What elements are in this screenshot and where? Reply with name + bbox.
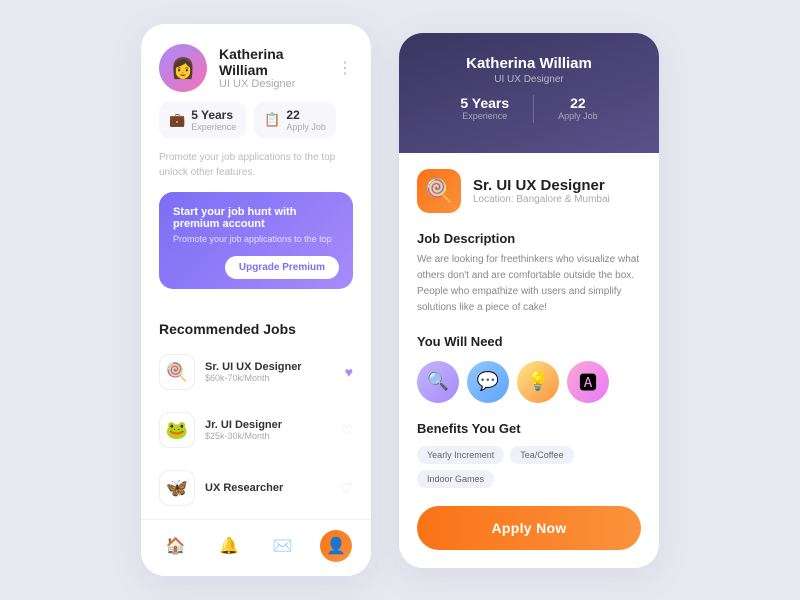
- profile-info: Katherina William UI UX Designer: [219, 46, 325, 90]
- job-item-3[interactable]: 🦋 UX Researcher ♡: [151, 461, 361, 515]
- job-item-1[interactable]: 🍭 Sr. UI UX Designer $60k-70k/Month ♥: [151, 345, 361, 399]
- promo-text: Promote your job applications to the top…: [159, 150, 353, 180]
- right-profile-name: Katherina William: [417, 55, 641, 72]
- right-stats-row: 5 Years Experience 22 Apply Job: [417, 95, 641, 123]
- job-title-1: Sr. UI UX Designer: [205, 361, 335, 373]
- job-info-3: UX Researcher: [205, 482, 330, 494]
- bottom-nav: 🏠 🔔 ✉️ 👤: [141, 519, 371, 576]
- right-card: Katherina William UI UX Designer 5 Years…: [399, 33, 659, 568]
- profile-role: UI UX Designer: [219, 78, 325, 90]
- skills-heading: You Will Need: [399, 326, 659, 353]
- experience-icon: 💼: [169, 112, 185, 128]
- apply-value: 22: [286, 108, 326, 122]
- experience-value: 5 Years: [191, 108, 236, 122]
- upgrade-subtitle: Promote your job applications to the top: [173, 234, 339, 244]
- apply-icon: 📋: [264, 112, 280, 128]
- job-heart-3[interactable]: ♡: [340, 480, 353, 497]
- skill-idea: 💡: [517, 361, 559, 403]
- benefit-yearly: Yearly Increment: [417, 446, 504, 464]
- job-logo-2: 🐸: [159, 412, 195, 448]
- experience-label: Experience: [191, 122, 236, 132]
- job-list: 🍭 Sr. UI UX Designer $60k-70k/Month ♥ 🐸 …: [141, 345, 371, 519]
- job-title-3: UX Researcher: [205, 482, 330, 494]
- upgrade-title: Start your job hunt with premium account: [173, 206, 339, 230]
- apply-btn-wrap: Apply Now: [399, 502, 659, 568]
- left-card-top: 👩 Katherina William UI UX Designer ⋮ 💼 5…: [141, 24, 371, 307]
- benefit-tea: Tea/Coffee: [510, 446, 573, 464]
- more-icon[interactable]: ⋮: [337, 58, 353, 78]
- nav-profile[interactable]: 👤: [320, 530, 352, 562]
- upgrade-banner: Start your job hunt with premium account…: [159, 192, 353, 289]
- right-apply-label: Apply Job: [558, 111, 598, 121]
- job-detail-title: Sr. UI UX Designer: [473, 177, 610, 194]
- left-card: 👩 Katherina William UI UX Designer ⋮ 💼 5…: [141, 24, 371, 576]
- profile-name: Katherina William: [219, 46, 325, 78]
- job-salary-1: $60k-70k/Month: [205, 373, 335, 383]
- description-text: We are looking for freethinkers who visu…: [399, 250, 659, 326]
- stat-experience: 💼 5 Years Experience: [159, 102, 246, 138]
- skill-search: 🔍: [417, 361, 459, 403]
- right-stat-apply: 22 Apply Job: [558, 95, 598, 123]
- recommended-jobs-title: Recommended Jobs: [141, 307, 371, 345]
- apply-now-button[interactable]: Apply Now: [417, 506, 641, 550]
- description-heading: Job Description: [399, 223, 659, 250]
- job-salary-2: $25k-30k/Month: [205, 431, 330, 441]
- job-heart-1[interactable]: ♥: [345, 364, 353, 380]
- job-info-1: Sr. UI UX Designer $60k-70k/Month: [205, 361, 335, 383]
- stats-divider: [533, 95, 534, 123]
- job-logo-3: 🦋: [159, 470, 195, 506]
- job-detail-header: 🍭 Sr. UI UX Designer Location: Bangalore…: [399, 153, 659, 223]
- job-item-2[interactable]: 🐸 Jr. UI Designer $25k-30k/Month ♡: [151, 403, 361, 457]
- avatar-emoji: 👩: [171, 56, 196, 81]
- job-detail-info: Sr. UI UX Designer Location: Bangalore &…: [473, 177, 610, 205]
- nav-messages[interactable]: ✉️: [267, 530, 299, 562]
- benefits-heading: Benefits You Get: [399, 413, 659, 440]
- nav-notifications[interactable]: 🔔: [213, 530, 245, 562]
- right-exp-val: 5 Years: [460, 95, 509, 111]
- right-profile-role: UI UX Designer: [417, 74, 641, 85]
- job-heart-2[interactable]: ♡: [340, 422, 353, 439]
- job-detail-logo: 🍭: [417, 169, 461, 213]
- right-card-body: 🍭 Sr. UI UX Designer Location: Bangalore…: [399, 153, 659, 568]
- job-detail-location: Location: Bangalore & Mumbai: [473, 194, 610, 205]
- job-logo-1: 🍭: [159, 354, 195, 390]
- right-stat-experience: 5 Years Experience: [460, 95, 509, 123]
- benefits-row: Yearly Increment Tea/Coffee Indoor Games: [399, 440, 659, 502]
- skills-row: 🔍 💬 💡 🅰: [399, 353, 659, 413]
- avatar: 👩: [159, 44, 207, 92]
- stat-apply-job: 📋 22 Apply Job: [254, 102, 336, 138]
- upgrade-button[interactable]: Upgrade Premium: [225, 256, 339, 279]
- right-card-header: Katherina William UI UX Designer 5 Years…: [399, 33, 659, 153]
- apply-label: Apply Job: [286, 122, 326, 132]
- profile-row: 👩 Katherina William UI UX Designer ⋮: [159, 44, 353, 92]
- job-title-2: Jr. UI Designer: [205, 419, 330, 431]
- stats-row: 💼 5 Years Experience 📋 22 Apply Job: [159, 102, 353, 138]
- right-exp-label: Experience: [460, 111, 509, 121]
- skill-adobe: 🅰: [567, 361, 609, 403]
- right-apply-val: 22: [558, 95, 598, 111]
- nav-home[interactable]: 🏠: [160, 530, 192, 562]
- job-info-2: Jr. UI Designer $25k-30k/Month: [205, 419, 330, 441]
- skill-chat: 💬: [467, 361, 509, 403]
- benefit-indoor: Indoor Games: [417, 470, 494, 488]
